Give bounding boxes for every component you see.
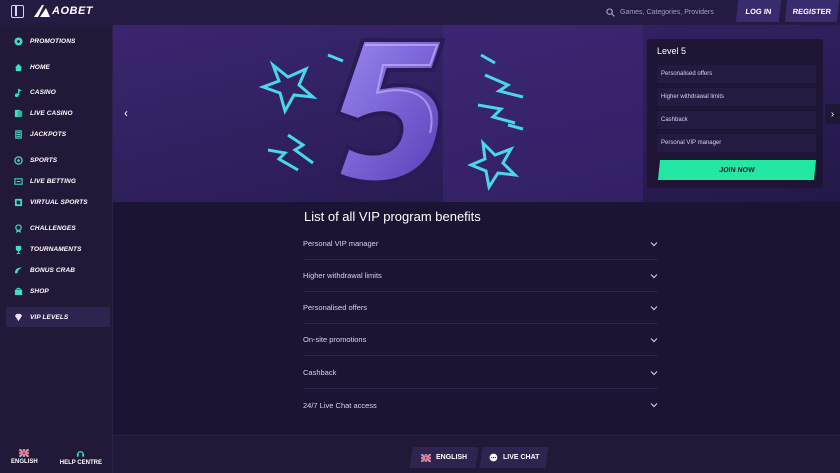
benefit-accordion-item[interactable]: On-site promotions [303, 324, 658, 356]
sidebar-item-label: VIP LEVELS [30, 313, 69, 321]
language-selector[interactable]: ENGLISH [11, 449, 38, 466]
chevron-down-icon [650, 403, 658, 408]
sidebar-item-live-betting[interactable]: LIVE BETTING [6, 171, 110, 191]
sidebar-item-label: HOME [30, 63, 50, 71]
bonus-crab-icon [14, 266, 23, 275]
benefit-label: Personal VIP manager [303, 239, 379, 248]
level-card: Level 5 Personalised offers Higher withd… [647, 39, 823, 188]
help-centre-label: HELP CENTRE [59, 460, 102, 466]
level-benefit-row: Personalised offers [657, 65, 816, 83]
virtual-sports-icon [14, 198, 23, 207]
live-betting-icon [14, 177, 23, 186]
chat-bubble-icon [489, 453, 498, 462]
level-benefit-row: Cashback [657, 111, 816, 129]
sidebar-item-label: BONUS CRAB [30, 266, 76, 274]
live-chat-label: LIVE CHAT [502, 454, 540, 461]
benefit-accordion-item[interactable]: Cashback [303, 357, 658, 389]
footer-language-button[interactable]: ENGLISH [409, 447, 479, 468]
sidebar: PROMOTIONS HOME CASINO LIVE CASINO JACKP… [0, 25, 113, 473]
casino-icon [14, 88, 23, 97]
uk-flag-icon [420, 453, 431, 462]
join-now-button[interactable]: JOIN NOW [657, 160, 817, 180]
search-icon [606, 7, 615, 17]
chevron-down-icon [650, 241, 658, 246]
level-benefit-row: Higher withdrawal limits [657, 88, 816, 106]
logo-text: AOBET [52, 5, 93, 17]
language-label: ENGLISH [11, 459, 38, 465]
level-benefit-row: Personal VIP manager [657, 134, 816, 152]
sidebar-item-label: LIVE CASINO [30, 109, 73, 117]
page-title: List of all VIP program benefits [304, 209, 481, 224]
promotions-icon [14, 36, 23, 46]
chevron-down-icon [650, 305, 658, 310]
sidebar-item-bonus-crab[interactable]: BONUS CRAB [6, 260, 110, 280]
uk-flag-icon [19, 449, 30, 457]
headset-icon [77, 451, 85, 457]
sidebar-item-label: SPORTS [30, 156, 58, 164]
sidebar-item-label: SHOP [30, 287, 49, 295]
benefit-label: 24/7 Live Chat access [303, 400, 377, 410]
benefit-label: On-site promotions [303, 335, 367, 344]
carousel-next-icon[interactable]: › [825, 104, 840, 124]
benefit-label: Cashback [303, 368, 337, 377]
live-casino-icon [14, 109, 23, 118]
app-root: AOBET Games, Categories, Providers LOG I… [0, 0, 840, 473]
vip-levels-icon [14, 313, 23, 322]
sidebar-item-home[interactable]: HOME [6, 57, 110, 77]
sidebar-item-tournaments[interactable]: TOURNAMENTS [6, 239, 110, 259]
sidebar-footer: ENGLISH HELP CENTRE [0, 449, 113, 466]
help-centre-link[interactable]: HELP CENTRE [60, 449, 102, 466]
sidebar-item-casino[interactable]: CASINO [6, 82, 110, 102]
level-title: Level 5 [657, 46, 687, 56]
sidebar-item-label: VIRTUAL SPORTS [30, 198, 88, 206]
tournaments-icon [14, 245, 23, 254]
chevron-down-icon [650, 273, 658, 278]
sidebar-item-label: PROMOTIONS [30, 37, 76, 45]
benefit-accordion-item[interactable]: Higher withdrawal limits [303, 260, 658, 292]
login-button[interactable]: LOG IN [735, 0, 782, 22]
sidebar-item-label: CHALLENGES [30, 224, 76, 232]
sidebar-item-live-casino[interactable]: LIVE CASINO [6, 103, 110, 123]
sidebar-item-label: CASINO [30, 88, 56, 96]
benefit-label: Higher withdrawal limits [303, 271, 382, 280]
shop-icon [14, 287, 23, 296]
logo[interactable]: AOBET [34, 5, 93, 17]
top-header: AOBET Games, Categories, Providers LOG I… [0, 0, 840, 25]
sidebar-item-challenges[interactable]: CHALLENGES [6, 218, 110, 238]
sidebar-item-jackpots[interactable]: JACKPOTS [6, 124, 110, 144]
benefit-label: Personalised offers [303, 303, 368, 312]
sidebar-item-label: LIVE BETTING [30, 177, 76, 185]
sidebar-item-shop[interactable]: SHOP [6, 281, 110, 301]
sidebar-item-virtual-sports[interactable]: VIRTUAL SPORTS [6, 192, 110, 212]
benefit-accordion-item[interactable]: Personalised offers [303, 292, 658, 324]
sidebar-item-sports[interactable]: SPORTS [6, 150, 110, 170]
sports-icon [14, 155, 23, 165]
search-bar[interactable]: Games, Categories, Providers [606, 2, 732, 22]
benefit-accordion-item[interactable]: Personal VIP manager [303, 228, 658, 260]
benefit-accordion-item[interactable]: 24/7 Live Chat access [303, 389, 658, 421]
search-placeholder: Games, Categories, Providers [620, 8, 714, 16]
sidebar-toggle-icon[interactable] [11, 5, 24, 18]
challenges-icon [14, 223, 23, 233]
footer-language-label: ENGLISH [435, 454, 468, 461]
sidebar-item-vip-levels[interactable]: VIP LEVELS [6, 307, 110, 327]
sidebar-item-label: TOURNAMENTS [30, 245, 82, 253]
chevron-down-icon [650, 337, 658, 342]
live-chat-button[interactable]: LIVE CHAT [479, 447, 549, 468]
logo-mark-icon [34, 5, 50, 17]
jackpots-icon [14, 129, 23, 139]
home-icon [14, 63, 23, 72]
sidebar-item-promotions[interactable]: PROMOTIONS [6, 31, 110, 51]
carousel-prev-icon[interactable]: ‹ [124, 106, 128, 120]
chevron-down-icon [650, 370, 658, 375]
register-button[interactable]: REGISTER [784, 0, 840, 22]
sidebar-item-label: JACKPOTS [30, 130, 67, 138]
